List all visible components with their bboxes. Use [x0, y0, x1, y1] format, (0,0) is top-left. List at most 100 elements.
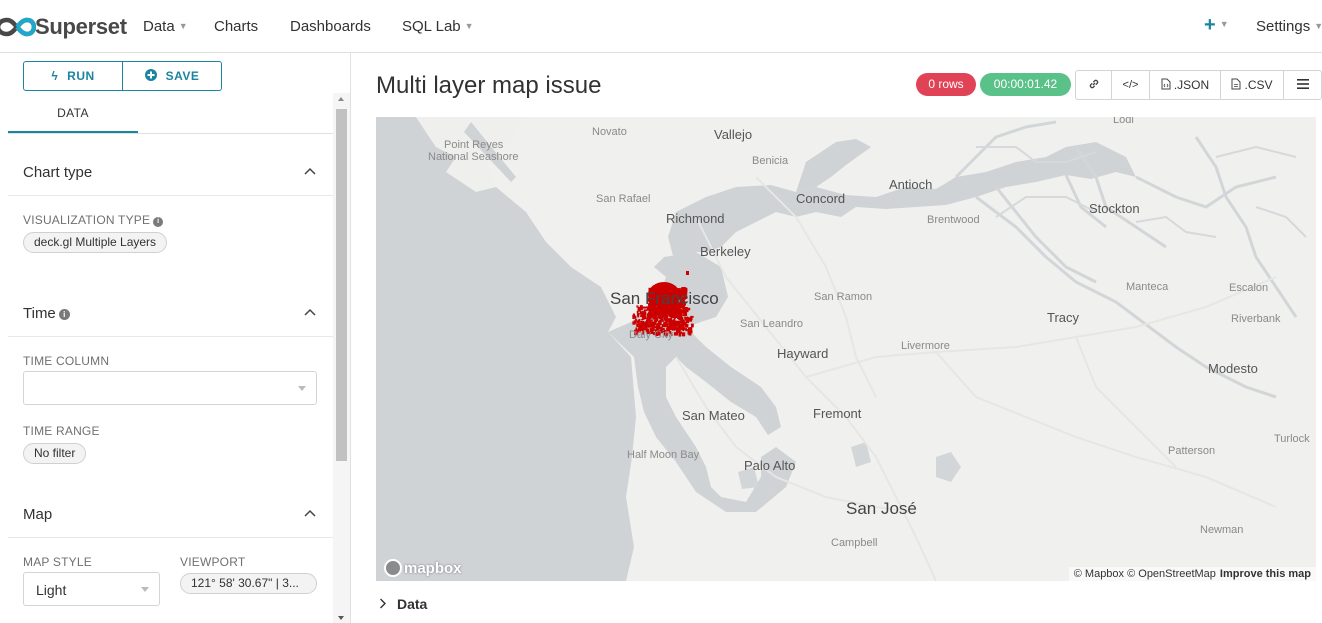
export-csv-button[interactable]: .CSV	[1220, 71, 1283, 99]
map-data-point	[670, 309, 674, 314]
chart-toolbar: </> .JSON .CSV	[1075, 70, 1322, 100]
export-json-button[interactable]: .JSON	[1149, 71, 1220, 99]
time-range-selector[interactable]: No filter	[23, 443, 87, 464]
map-label: Half Moon Bay	[627, 449, 700, 461]
map-label: San Leandro	[740, 318, 803, 330]
scrollbar-thumb[interactable]	[336, 109, 347, 461]
map-label: Modesto	[1208, 361, 1258, 376]
info-icon[interactable]: i	[58, 309, 70, 320]
csv-label: .CSV	[1244, 78, 1273, 92]
time-column-select[interactable]	[23, 371, 317, 405]
attribution-text[interactable]: © Mapbox © OpenStreetMap	[1074, 568, 1216, 580]
map-data-point	[682, 314, 687, 317]
map-data-point	[636, 323, 640, 327]
map-data-point	[649, 324, 654, 326]
section-map-header[interactable]: Map	[23, 506, 52, 523]
map-style-select[interactable]: Light	[23, 572, 160, 606]
dropdown-arrow-icon	[141, 587, 149, 592]
map-label: Vallejo	[714, 127, 753, 142]
map-label: National Seashore	[428, 151, 519, 163]
map-data-point	[657, 324, 661, 328]
map-data-point	[666, 311, 670, 315]
map-data-point	[691, 323, 694, 328]
plus-circle-icon	[144, 68, 157, 84]
map-data-point	[683, 328, 687, 330]
nav-data-menu[interactable]: Data ▼	[143, 18, 188, 35]
mapbox-logo-icon	[384, 559, 402, 577]
superset-logo[interactable]: Superset	[0, 12, 127, 42]
section-chart-type-header[interactable]: Chart type	[23, 164, 92, 181]
viz-type-label-text: VISUALIZATION TYPE	[23, 213, 151, 227]
map-data-point	[655, 312, 657, 315]
map-data-point	[646, 318, 650, 321]
map-data-point	[659, 310, 662, 313]
map-data-point	[655, 314, 657, 318]
map-label: Manteca	[1126, 281, 1169, 293]
map-data-point	[679, 315, 682, 319]
more-options-button[interactable]	[1283, 71, 1321, 99]
save-button[interactable]: SAVE	[122, 62, 221, 90]
map-data-point	[682, 319, 685, 321]
query-time-badge: 00:00:01.42	[980, 73, 1071, 96]
data-panel-toggle[interactable]: Data	[379, 596, 427, 612]
tab-data-label: DATA	[57, 106, 89, 120]
mapbox-logo[interactable]: mapbox	[384, 559, 462, 577]
viz-type-label: VISUALIZATION TYPE i	[23, 213, 164, 227]
run-button[interactable]: ϟ RUN	[24, 62, 122, 90]
map-data-point	[671, 313, 675, 317]
viewport-selector[interactable]: 121° 58' 30.67" | 3...	[180, 573, 317, 594]
map-data-point	[669, 320, 672, 323]
map-label: Concord	[796, 191, 846, 206]
chevron-up-icon[interactable]	[304, 308, 316, 318]
embed-code-button[interactable]: </>	[1111, 71, 1149, 99]
run-save-button-group: ϟ RUN SAVE	[23, 61, 222, 91]
deckgl-map[interactable]: Lodi Novato Vallejo Point Reyes National…	[376, 117, 1316, 581]
json-label: .JSON	[1173, 78, 1210, 92]
control-panel-scrollbar[interactable]	[333, 93, 350, 623]
map-data-point	[677, 320, 682, 324]
settings-label: Settings	[1256, 18, 1311, 35]
chevron-right-icon	[379, 596, 387, 612]
scroll-down-arrow-icon[interactable]	[338, 616, 344, 620]
map-label: Fremont	[813, 406, 862, 421]
map-data-point	[665, 317, 667, 320]
settings-menu[interactable]: Settings ▼	[1256, 18, 1322, 35]
nav-charts-link[interactable]: Charts	[214, 18, 258, 35]
nav-dashboards-label: Dashboards	[290, 18, 371, 35]
map-data-point	[687, 331, 691, 335]
control-panel: ϟ RUN SAVE DATA Chart type VISUALIZATION…	[0, 53, 351, 623]
tab-data[interactable]: DATA	[8, 103, 138, 133]
map-data-point	[681, 309, 686, 314]
section-map-title: Map	[23, 506, 53, 523]
nav-charts-label: Charts	[214, 18, 259, 35]
map-data-point	[681, 332, 685, 337]
chart-title[interactable]: Multi layer map issue	[376, 72, 601, 100]
map-label: Hayward	[777, 346, 829, 361]
map-label: Berkeley	[700, 244, 751, 259]
improve-map-link[interactable]: Improve this map	[1220, 568, 1311, 580]
scroll-up-arrow-icon[interactable]	[338, 97, 344, 101]
data-toggle-label: Data	[397, 596, 428, 612]
nav-dashboards-link[interactable]: Dashboards	[290, 18, 371, 35]
chevron-up-icon[interactable]	[304, 509, 316, 519]
file-code-icon	[1161, 78, 1171, 93]
chevron-up-icon[interactable]	[304, 167, 316, 177]
info-icon[interactable]: i	[153, 217, 164, 227]
share-link-button[interactable]	[1076, 71, 1111, 99]
new-item-menu[interactable]: + ▼	[1204, 14, 1229, 37]
map-label: San Ramon	[814, 291, 873, 303]
map-data-point	[675, 311, 678, 314]
save-label: SAVE	[165, 69, 200, 83]
map-data-point	[676, 327, 679, 332]
map-data-point	[639, 311, 643, 315]
bolt-icon: ϟ	[51, 69, 59, 83]
dropdown-arrow-icon	[298, 386, 306, 391]
section-divider	[8, 336, 334, 337]
viz-type-selector[interactable]: deck.gl Multiple Layers	[23, 232, 168, 253]
nav-sqllab-menu[interactable]: SQL Lab ▼	[402, 18, 474, 35]
section-divider	[8, 537, 334, 538]
section-time-header[interactable]: Time i	[23, 305, 70, 322]
map-data-point	[678, 332, 681, 337]
brand-name: Superset	[35, 14, 127, 39]
map-label: Patterson	[1168, 445, 1216, 457]
